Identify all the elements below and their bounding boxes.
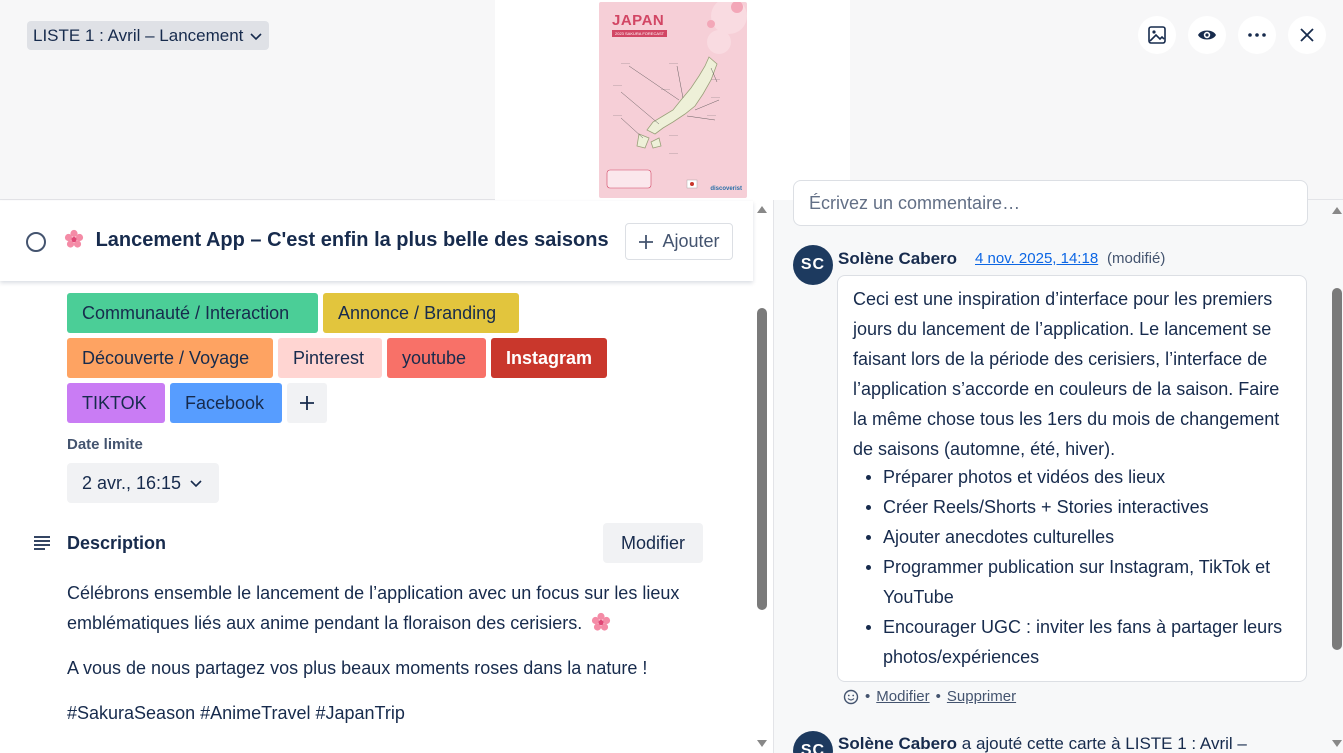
label-chip[interactable]: Instagram [491,338,607,378]
add-button-label: Ajouter [662,231,720,251]
comment-edited-badge: (modifié) [1107,250,1166,267]
label-chip[interactable]: Facebook [170,383,282,423]
label-chip[interactable]: Découverte / Voyage [67,338,273,378]
label-text: Découverte / Voyage [82,347,250,368]
svg-text:———: ——— [613,113,622,117]
description-text: Célébrons ensemble le lancement de l’app… [67,583,680,633]
svg-text:———: ——— [707,113,716,117]
comment-text: Ceci est une inspiration d’interface pou… [853,289,1280,459]
label-chip[interactable]: Communauté / Interaction [67,293,318,333]
complete-checkbox[interactable] [26,232,46,252]
label-text: TIKTOK [82,392,147,413]
scroll-up-arrow[interactable] [757,206,767,213]
scroll-down-arrow[interactable] [757,740,767,747]
label-text: Instagram [506,347,593,368]
description-icon [34,536,50,550]
edit-description-button[interactable]: Modifier [603,523,703,563]
cherry-blossom-icon [592,612,611,631]
card-title-text: Lancement App – C'est enfin la plus bell… [95,229,609,251]
list-item: Créer Reels/Shorts + Stories interactive… [853,492,1298,522]
label-chip[interactable]: youtube [387,338,486,378]
more-actions-button[interactable] [1238,16,1276,54]
plus-icon [639,234,654,249]
due-date-heading: Date limite [67,436,143,453]
activity-entry: Solène Cabero a ajouté cette carte à LIS… [838,734,1247,753]
label-text: Facebook [185,392,265,413]
delete-comment-link[interactable]: Supprimer [947,688,1016,705]
svg-text:———: ——— [669,133,678,137]
description-paragraph: Célébrons ensemble le lancement de l’app… [67,578,727,638]
chevron-down-icon [250,32,262,40]
svg-text:———: ——— [711,95,720,99]
add-button[interactable]: Ajouter [625,223,733,260]
close-icon [1300,28,1314,42]
label-chip[interactable]: Pinterest [278,338,382,378]
comment-date-link[interactable]: 4 nov. 2025, 14:18 [975,250,1098,267]
watch-button[interactable] [1188,16,1226,54]
list-item: Préparer photos et vidéos des lieux [853,462,1298,492]
description-hashtags: #SakuraSeason #AnimeTravel #JapanTrip [67,703,405,723]
description-paragraph: A vous de nous partagez vos plus beaux m… [67,658,648,678]
card-title[interactable]: Lancement App – C'est enfin la plus bell… [64,229,609,252]
separator-dot: • [865,688,871,705]
label-text: Communauté / Interaction [82,302,290,323]
label-chip[interactable]: Annonce / Branding [323,293,519,333]
due-date-button[interactable]: 2 avr., 16:15 [67,463,219,503]
svg-text:———: ——— [669,151,678,155]
cover-subtitle: 2023 SAKURA FORECAST [612,30,668,37]
separator-dot: • [935,688,941,705]
list-item: Ajouter anecdotes culturelles [853,522,1298,552]
cherry-blossom-icon [64,229,84,248]
image-icon [1148,26,1166,44]
avatar[interactable]: SC [793,245,833,285]
cover-image-area[interactable]: ——— ——— ——— ——— ——— ——— ——— ——— ——— ——— JAPAN… [495,0,850,200]
right-scroll-thumb[interactable] [1332,288,1342,650]
left-scroll-thumb[interactable] [757,308,767,610]
cover-brand: discoverist [710,186,742,192]
comment-actions: • Modifier • Supprimer [843,688,1016,705]
due-date-value: 2 avr., 16:15 [82,472,182,493]
edit-comment-link[interactable]: Modifier [876,688,929,705]
cover-image: ——— ——— ——— ——— ——— ——— ——— ——— ——— ——— JAPAN… [599,2,747,198]
list-item: Encourager UGC : inviter les fans à part… [853,612,1298,672]
svg-text:———: ——— [711,77,720,81]
comment-bullet-list: Préparer photos et vidéos des lieux Crée… [853,462,1298,672]
list-selector-label: LISTE 1 : Avril – Lancement [33,25,244,45]
activity-text: a ajouté cette carte à LISTE 1 : Avril – [957,734,1247,753]
svg-text:———: ——— [613,83,622,87]
chevron-down-icon [190,480,202,488]
activity-author[interactable]: Solène Cabero [838,734,957,753]
label-text: Annonce / Branding [338,302,497,323]
label-text: youtube [402,347,467,368]
list-item: Programmer publication sur Instagram, Ti… [853,552,1298,612]
label-text: Pinterest [293,347,365,368]
comment-input[interactable]: Écrivez un commentaire… [793,180,1308,226]
label-chip[interactable]: TIKTOK [67,383,165,423]
more-horizontal-icon [1248,33,1266,37]
svg-text:———: ——— [661,87,670,91]
close-button[interactable] [1288,16,1326,54]
scroll-down-arrow[interactable] [1332,740,1342,747]
plus-icon [300,396,314,410]
add-reaction-icon[interactable] [843,689,859,705]
cover-title: JAPAN [612,12,665,29]
comment-author[interactable]: Solène Cabero [838,249,957,269]
add-label-button[interactable] [287,383,327,423]
eye-icon [1198,30,1216,40]
description-heading: Description [67,533,167,553]
scroll-up-arrow[interactable] [1332,207,1342,214]
list-selector[interactable]: LISTE 1 : Avril – Lancement [27,21,270,50]
svg-text:———: ——— [621,61,630,65]
svg-text:———: ——— [669,61,678,65]
cover-image-button[interactable] [1138,16,1176,54]
